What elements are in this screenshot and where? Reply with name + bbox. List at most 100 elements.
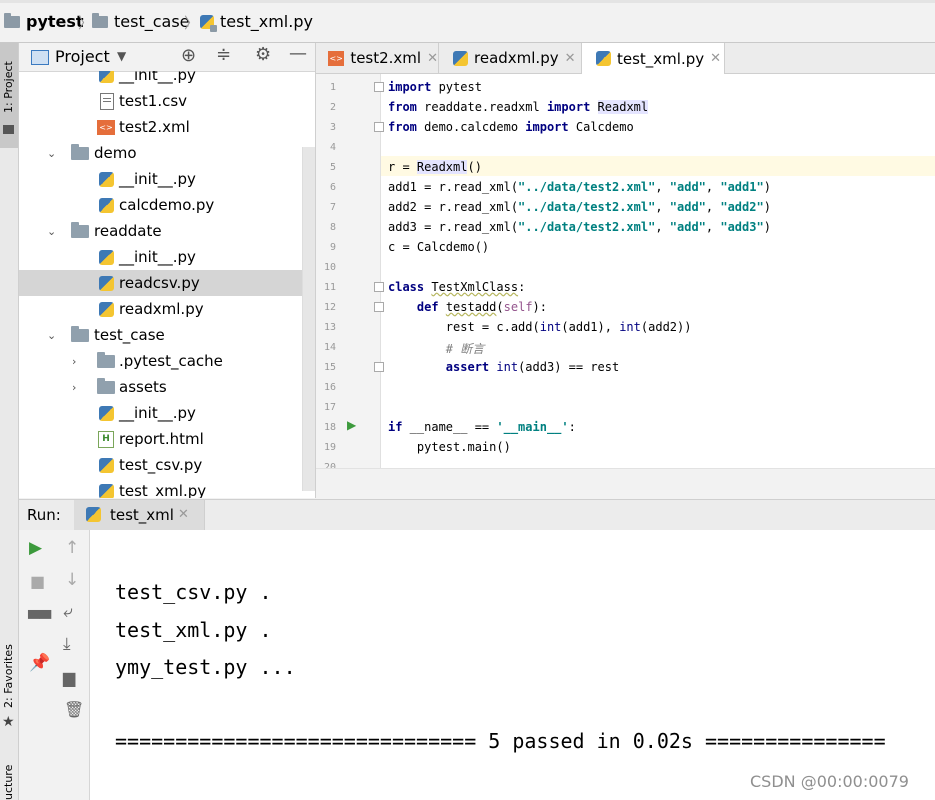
csv-file-icon	[100, 92, 114, 110]
tree-item-init-py[interactable]: __init__.py	[19, 244, 315, 270]
locate-target-icon[interactable]: ⊕	[181, 45, 196, 66]
close-icon[interactable]: ✕	[427, 51, 438, 66]
line-number: 5	[329, 162, 336, 173]
run-gutter-icon[interactable]: ▶	[347, 418, 356, 432]
minimize-icon[interactable]: —	[289, 43, 307, 64]
line-number: 15	[323, 362, 336, 373]
xml-file-icon: <>	[328, 50, 345, 66]
fold-marker-icon[interactable]	[374, 362, 384, 372]
line-number: 6	[329, 182, 336, 193]
code-line-18: if __name__ == '__main__':	[388, 420, 576, 434]
stop-icon[interactable]: ■	[30, 572, 45, 591]
console-line: test_xml.py .	[115, 618, 272, 642]
tree-item-test-csv-py[interactable]: test_csv.py	[19, 452, 315, 478]
run-tab-test-xml[interactable]: test_xml ✕	[74, 500, 205, 530]
line-number: 12	[323, 302, 336, 313]
fold-marker-icon[interactable]	[374, 122, 384, 132]
project-tool-tab[interactable]: 1: Project	[0, 43, 18, 148]
tree-folder-test-case[interactable]: ⌄ test_case	[19, 322, 315, 348]
pin-icon[interactable]: 📌	[29, 653, 50, 673]
tree-item-test2-xml[interactable]: <> test2.xml	[19, 114, 315, 140]
fold-marker-icon[interactable]	[374, 282, 384, 292]
layout-icon[interactable]: ▀▀	[28, 610, 51, 628]
close-icon[interactable]: ✕	[178, 507, 189, 522]
breadcrumb-item-test-xml[interactable]: test_xml.py	[200, 12, 313, 32]
trash-icon[interactable]: 🗑	[64, 700, 84, 719]
python-file-icon	[99, 171, 114, 187]
chevron-down-icon[interactable]: ⌄	[47, 225, 56, 238]
code-line-9: c = Calcdemo()	[388, 240, 490, 254]
tree-item-init-py[interactable]: __init__.py	[19, 400, 315, 426]
chevron-right-icon: 〉	[184, 14, 200, 32]
code-line-8: add3 = r.read_xml("../data/test2.xml", "…	[388, 220, 771, 234]
collapse-all-icon[interactable]: ≑	[216, 44, 231, 65]
gear-icon[interactable]: ⚙	[255, 44, 271, 65]
chevron-right-icon[interactable]: ›	[72, 355, 76, 368]
project-scrollbar[interactable]	[302, 147, 315, 491]
tree-folder-demo[interactable]: ⌄ demo	[19, 140, 315, 166]
code-line-19: pytest.main()	[388, 440, 511, 454]
project-panel-header: Project ▼ ⊕ ≑ ⚙ —	[19, 43, 315, 72]
html-file-icon: H	[98, 430, 114, 448]
breadcrumb-item-test-case[interactable]: test_case	[92, 12, 190, 31]
tree-item-report-html[interactable]: H report.html	[19, 426, 315, 452]
project-panel: Project ▼ ⊕ ≑ ⚙ — __init__.py test1.csv …	[19, 43, 316, 498]
python-file-icon	[99, 71, 114, 83]
tree-item-test1-csv[interactable]: test1.csv	[19, 88, 315, 114]
favorites-tool-tab[interactable]: 2: Favorites ★	[0, 638, 18, 738]
code-editor[interactable]: 1234567891011121314151617181920 ▶ import…	[316, 74, 935, 499]
folder-icon	[71, 325, 89, 342]
soft-wrap-icon[interactable]: ⤶	[63, 602, 73, 622]
run-toolbar: ▶ ■ ▀▀ 📌 ↑ ↓ ⤶ ⤓ ▆ 🗑	[19, 530, 90, 800]
tree-item-readxml-py[interactable]: readxml.py	[19, 296, 315, 322]
structure-tool-tab[interactable]: ucture	[0, 758, 18, 800]
chevron-right-icon: 〉	[78, 14, 94, 32]
line-number: 7	[329, 202, 336, 213]
python-file-icon	[86, 507, 101, 522]
close-icon[interactable]: ✕	[565, 51, 576, 66]
tree-item-test-xml-py[interactable]: test_xml.py	[19, 478, 315, 498]
tree-item-calcdemo-py[interactable]: calcdemo.py	[19, 192, 315, 218]
run-console-output[interactable]: test_csv.py . test_xml.py . ymy_test.py …	[90, 530, 935, 800]
chevron-down-icon[interactable]: ▼	[117, 49, 126, 63]
fold-marker-icon[interactable]	[374, 82, 384, 92]
line-number: 8	[329, 222, 336, 233]
arrow-up-icon[interactable]: ↑	[65, 538, 79, 558]
chevron-down-icon[interactable]: ⌄	[47, 147, 56, 160]
rerun-icon[interactable]: ▶	[29, 538, 42, 558]
close-icon[interactable]: ✕	[710, 51, 721, 66]
chevron-down-icon[interactable]: ⌄	[47, 329, 56, 342]
tree-item-init-py[interactable]: __init__.py	[19, 71, 315, 88]
python-file-icon	[99, 405, 114, 421]
scroll-to-end-icon[interactable]: ⤓	[63, 634, 71, 654]
arrow-down-icon[interactable]: ↓	[65, 570, 79, 590]
tree-item-readcsv-py[interactable]: readcsv.py	[19, 270, 315, 296]
console-summary-line: ============================== 5 passed …	[115, 729, 886, 753]
tab-test-xml-py[interactable]: test_xml.py ✕	[582, 43, 725, 74]
tree-folder-assets[interactable]: › assets	[19, 374, 315, 400]
chevron-right-icon[interactable]: ›	[72, 381, 76, 394]
line-number: 14	[323, 342, 336, 353]
print-icon[interactable]: ▆	[63, 668, 75, 687]
python-file-icon	[99, 483, 114, 498]
folder-icon	[71, 221, 89, 238]
line-number: 1	[329, 82, 336, 93]
tree-folder-readdate[interactable]: ⌄ readdate	[19, 218, 315, 244]
fold-marker-icon[interactable]	[374, 302, 384, 312]
tree-folder-pytest-cache[interactable]: › .pytest_cache	[19, 348, 315, 374]
project-view-selector[interactable]: Project	[55, 47, 110, 66]
code-line-2: from readdate.readxml import Readxml	[388, 100, 649, 114]
watermark: CSDN @00:00:0079	[750, 772, 909, 791]
code-line-5: r = Readxml()	[388, 160, 482, 174]
tab-readxml-py[interactable]: readxml.py ✕	[439, 43, 582, 73]
run-panel-header: Run: test_xml ✕	[19, 499, 935, 531]
code-line-3: from demo.calcdemo import Calcdemo	[388, 120, 634, 134]
xml-file-icon: <>	[97, 119, 115, 135]
tree-item-init-py[interactable]: __init__.py	[19, 166, 315, 192]
console-line: test_csv.py .	[115, 580, 272, 604]
python-file-icon	[99, 301, 114, 317]
line-number: 18	[323, 422, 336, 433]
tab-test2-xml[interactable]: <> test2.xml ✕	[316, 43, 439, 73]
breadcrumb-item-pytest[interactable]: pytest	[4, 12, 84, 31]
project-tree: __init__.py test1.csv <> test2.xml ⌄ dem…	[19, 71, 315, 498]
